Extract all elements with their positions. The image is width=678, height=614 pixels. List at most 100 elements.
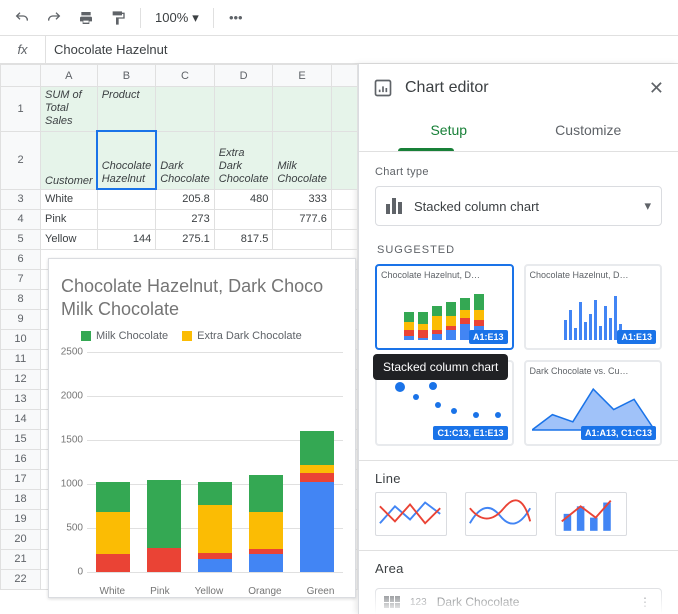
chart-type-label: Chart type xyxy=(375,166,662,178)
row-header[interactable]: 17 xyxy=(1,469,41,489)
cell[interactable] xyxy=(273,87,332,132)
row-header[interactable]: 20 xyxy=(1,529,41,549)
range-badge: C1:C13, E1:E13 xyxy=(433,426,507,440)
suggested-label: SUGGESTED xyxy=(377,244,662,256)
paint-format-button[interactable] xyxy=(104,4,132,32)
close-button[interactable]: ✕ xyxy=(649,78,664,99)
more-button[interactable]: ••• xyxy=(222,4,250,32)
chart-x-axis: WhitePinkYellowOrangeGreen xyxy=(87,586,347,597)
redo-button[interactable] xyxy=(40,4,68,32)
line-chart-options xyxy=(375,492,662,536)
thumb-title: Chocolate Hazelnut, D… xyxy=(530,270,657,280)
row-header[interactable]: 7 xyxy=(1,269,41,289)
row-header[interactable]: 4 xyxy=(1,209,41,229)
row-header[interactable]: 13 xyxy=(1,389,41,409)
fx-icon: fx xyxy=(0,36,46,63)
cell[interactable]: 144 xyxy=(97,229,156,249)
zoom-value: 100% xyxy=(155,10,188,25)
row-header[interactable]: 10 xyxy=(1,329,41,349)
row-header[interactable]: 2 xyxy=(1,131,41,189)
cell[interactable]: White xyxy=(41,189,98,209)
row-header[interactable]: 14 xyxy=(1,409,41,429)
tab-customize[interactable]: Customize xyxy=(519,112,659,148)
cell[interactable]: 777.6 xyxy=(273,209,332,229)
cell[interactable]: SUM of Total Sales xyxy=(41,87,98,132)
cell[interactable] xyxy=(331,131,357,189)
combo-chart-option[interactable] xyxy=(555,492,627,536)
cell[interactable] xyxy=(331,87,357,132)
cell[interactable] xyxy=(273,229,332,249)
cell[interactable]: Product xyxy=(97,87,156,132)
row-header[interactable]: 21 xyxy=(1,549,41,569)
cell[interactable]: Extra Dark Chocolate xyxy=(214,131,273,189)
row-header[interactable]: 6 xyxy=(1,249,41,269)
embedded-chart[interactable]: Chocolate Hazelnut, Dark ChocoMilk Choco… xyxy=(48,258,356,598)
suggested-chart-columns[interactable]: Chocolate Hazelnut, D… A1:E13 xyxy=(524,264,663,350)
cell[interactable]: Customer xyxy=(41,131,98,189)
row-header[interactable]: 19 xyxy=(1,509,41,529)
cell[interactable] xyxy=(331,189,357,209)
col-header[interactable]: A xyxy=(41,65,98,87)
spreadsheet[interactable]: A B C D E 1 SUM of Total Sales Product 2… xyxy=(0,64,358,614)
row-header[interactable]: 12 xyxy=(1,369,41,389)
cell[interactable] xyxy=(214,209,273,229)
tooltip: Stacked column chart xyxy=(373,354,508,380)
row-header[interactable]: 15 xyxy=(1,429,41,449)
cell[interactable]: 275.1 xyxy=(156,229,215,249)
cell-selected[interactable]: Chocolate Hazelnut xyxy=(97,131,156,189)
col-header[interactable]: C xyxy=(156,65,215,87)
cell[interactable]: 205.8 xyxy=(156,189,215,209)
legend-label: Extra Dark Chocolate xyxy=(197,330,302,342)
cell[interactable] xyxy=(156,87,215,132)
separator xyxy=(140,8,141,28)
thumb-title: Chocolate Hazelnut, D… xyxy=(381,270,508,280)
cell[interactable] xyxy=(214,87,273,132)
suggested-chart-area[interactable]: Dark Chocolate vs. Cu… A1:A13, C1:C13 xyxy=(524,360,663,446)
chart-plot-area: 05001000150020002500 xyxy=(87,352,343,582)
chart-editor-icon xyxy=(373,78,393,98)
undo-button[interactable] xyxy=(8,4,36,32)
chart-type-select[interactable]: Stacked column chart ▾ xyxy=(375,186,662,226)
cell[interactable]: 333 xyxy=(273,189,332,209)
row-header[interactable]: 3 xyxy=(1,189,41,209)
cell[interactable]: Yellow xyxy=(41,229,98,249)
editor-tabs: Setup Customize xyxy=(359,112,678,148)
row-header[interactable]: 22 xyxy=(1,569,41,589)
legend-label: Milk Chocolate xyxy=(96,330,168,342)
line-chart-option[interactable] xyxy=(375,492,447,536)
print-button[interactable] xyxy=(72,4,100,32)
toolbar: 100%▾ ••• xyxy=(0,0,678,36)
col-header[interactable] xyxy=(331,65,357,87)
cell[interactable]: Milk Chocolate xyxy=(273,131,332,189)
row-header[interactable]: 5 xyxy=(1,229,41,249)
cell[interactable] xyxy=(97,189,156,209)
cell[interactable]: 480 xyxy=(214,189,273,209)
col-header[interactable]: D xyxy=(214,65,273,87)
zoom-select[interactable]: 100%▾ xyxy=(149,10,205,26)
panel-title: Chart editor xyxy=(405,79,637,97)
cell[interactable]: Pink xyxy=(41,209,98,229)
row-header[interactable]: 8 xyxy=(1,289,41,309)
row-header[interactable]: 1 xyxy=(1,87,41,132)
formula-input[interactable]: Chocolate Hazelnut xyxy=(46,42,678,57)
range-badge: A1:E13 xyxy=(617,330,656,344)
row-header[interactable]: 16 xyxy=(1,449,41,469)
cell[interactable]: 817.5 xyxy=(214,229,273,249)
suggested-chart-stacked[interactable]: Chocolate Hazelnut, D… A1:E13 xyxy=(375,264,514,350)
col-header[interactable]: B xyxy=(97,65,156,87)
cell[interactable]: 273 xyxy=(156,209,215,229)
cell[interactable] xyxy=(331,209,357,229)
select-all-cell[interactable] xyxy=(1,65,41,87)
col-header[interactable]: E xyxy=(273,65,332,87)
chart-title: Chocolate Hazelnut, Dark ChocoMilk Choco… xyxy=(61,275,343,320)
cell[interactable] xyxy=(97,209,156,229)
smooth-line-chart-option[interactable] xyxy=(465,492,537,536)
cell[interactable] xyxy=(331,229,357,249)
row-header[interactable]: 18 xyxy=(1,489,41,509)
formula-bar: fx Chocolate Hazelnut xyxy=(0,36,678,64)
row-header[interactable]: 11 xyxy=(1,349,41,369)
row-header[interactable]: 9 xyxy=(1,309,41,329)
cell[interactable]: Dark Chocolate xyxy=(156,131,215,189)
thumb-title: Dark Chocolate vs. Cu… xyxy=(530,366,657,376)
tab-setup[interactable]: Setup xyxy=(379,112,519,148)
